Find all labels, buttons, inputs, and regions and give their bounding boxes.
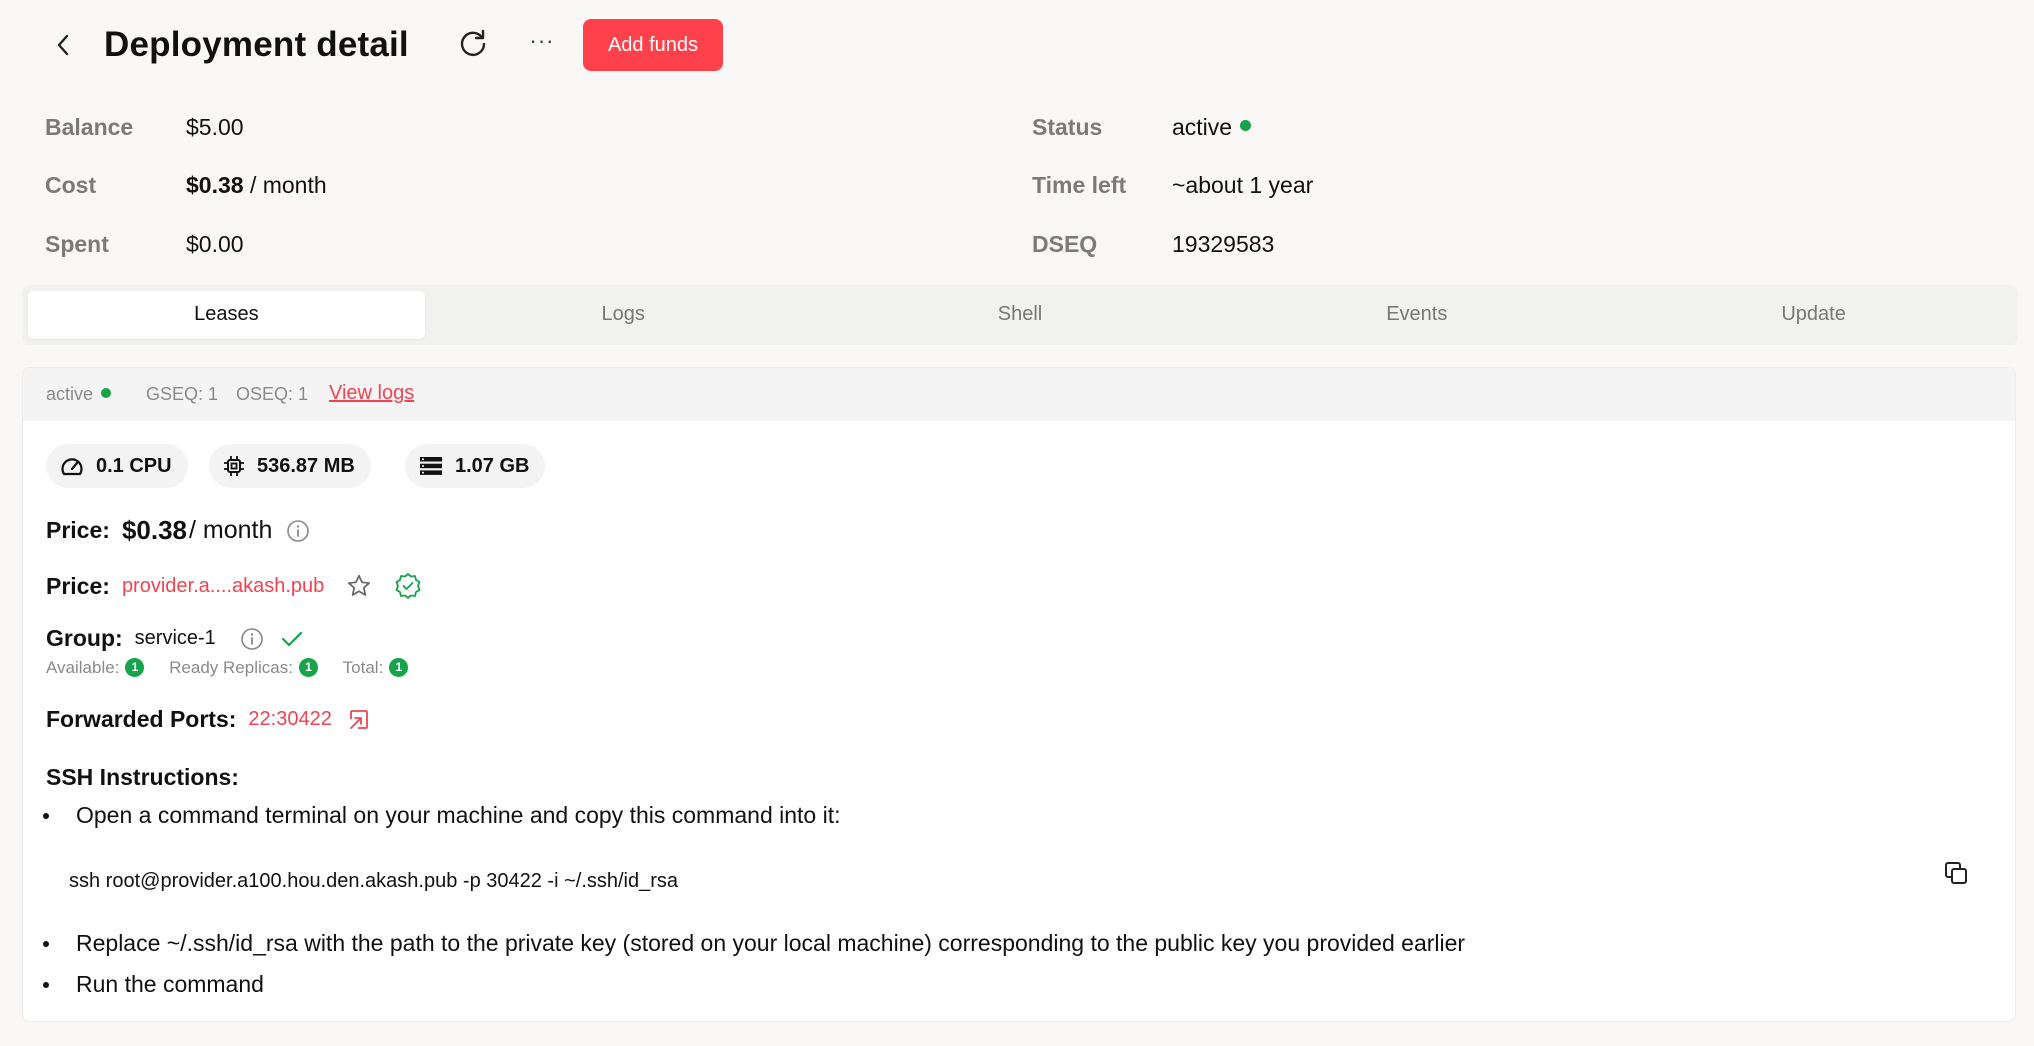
status-dot-icon xyxy=(1240,120,1252,132)
view-logs-link[interactable]: View logs xyxy=(329,381,414,405)
forwarded-ports-row: Forwarded Ports: 22:30422 xyxy=(46,706,370,733)
replica-status-row: Available: 1 Ready Replicas: 1 Total: 1 xyxy=(46,658,409,678)
verified-badge-icon xyxy=(395,573,421,599)
storage-value: 1.07 GB xyxy=(455,454,530,477)
cost-amount: $0.38 xyxy=(186,172,244,198)
ssh-instructions-title: SSH Instructions: xyxy=(46,764,239,790)
provider-link[interactable]: provider.a....akash.pub xyxy=(122,575,324,598)
ssh-step-1: Open a command terminal on your machine … xyxy=(43,800,841,830)
total-count: 1 xyxy=(389,658,409,678)
more-options-button[interactable]: ··· xyxy=(524,26,560,62)
back-button[interactable] xyxy=(50,28,76,62)
balance-label: Balance xyxy=(45,114,134,140)
price-amount: $0.38 xyxy=(121,515,188,545)
price-row: Price: $0.38 / month xyxy=(46,515,310,546)
storage-chip: 1.07 GB xyxy=(405,444,546,488)
tab-leases[interactable]: Leases xyxy=(28,291,425,339)
status-text: active xyxy=(1172,114,1233,140)
status-value: active xyxy=(1172,112,1252,142)
tab-events[interactable]: Events xyxy=(1218,291,1615,339)
tab-update[interactable]: Update xyxy=(1615,291,2012,339)
forwarded-port-link[interactable]: 22:30422 xyxy=(248,708,331,731)
ready-replicas-label: Ready Replicas: xyxy=(169,658,293,677)
group-row: Group: service-1 xyxy=(46,625,304,652)
lease-status-dot-icon xyxy=(101,388,112,399)
ssh-step-3-text: Run the command xyxy=(76,971,264,997)
lease-card: active GSEQ: 1 OSEQ: 1 View logs 0.1 CPU… xyxy=(22,367,2016,1022)
ssh-step-2: Replace ~/.ssh/id_rsa with the path to t… xyxy=(42,928,1466,958)
info-icon[interactable] xyxy=(286,519,310,543)
star-icon[interactable] xyxy=(346,573,372,599)
memory-value: 536.87 MB xyxy=(257,454,355,477)
forwarded-ports-label: Forwarded Ports: xyxy=(46,706,237,732)
check-icon xyxy=(281,631,302,646)
tab-shell[interactable]: Shell xyxy=(822,291,1219,339)
spent-value: $0.00 xyxy=(186,231,244,257)
copy-command-button[interactable] xyxy=(1942,859,1976,893)
price-period: / month xyxy=(189,516,273,544)
dseq-label: DSEQ xyxy=(1032,231,1098,257)
balance-value: $5.00 xyxy=(186,114,244,140)
provider-label: Price: xyxy=(46,572,110,599)
dseq-value: 19329583 xyxy=(1172,231,1275,257)
external-link-icon[interactable] xyxy=(346,708,370,732)
cpu-chip: 0.1 CPU xyxy=(46,444,188,488)
cost-value: $0.38 / month xyxy=(186,170,327,200)
group-label: Group: xyxy=(46,625,123,651)
refresh-icon xyxy=(460,29,486,56)
cost-label: Cost xyxy=(45,172,97,198)
memory-chip: 536.87 MB xyxy=(209,444,371,488)
ssh-step-1-text: Open a command terminal on your machine … xyxy=(76,802,841,828)
cost-period: / month xyxy=(243,172,327,198)
page-title: Deployment detail xyxy=(104,25,409,64)
oseq: OSEQ: 1 xyxy=(236,384,309,404)
tab-bar: Leases Logs Shell Events Update xyxy=(22,285,2018,345)
add-funds-button[interactable]: Add funds xyxy=(583,19,723,71)
time-left-label: Time left xyxy=(1032,172,1127,198)
available-count: 1 xyxy=(125,658,145,678)
group-value: service-1 xyxy=(134,627,216,649)
chevron-left-icon xyxy=(57,34,69,56)
cpu-value: 0.1 CPU xyxy=(96,454,172,477)
available-label: Available: xyxy=(46,658,120,677)
chip-icon xyxy=(224,456,244,476)
time-left-value: ~about 1 year xyxy=(1172,172,1314,198)
lease-card-header: active GSEQ: 1 OSEQ: 1 View logs xyxy=(23,368,2015,421)
gseq: GSEQ: 1 xyxy=(146,384,219,404)
refresh-button[interactable] xyxy=(455,26,491,62)
total-label: Total: xyxy=(342,658,384,677)
tab-logs[interactable]: Logs xyxy=(425,291,822,339)
info-icon[interactable] xyxy=(240,627,264,651)
price-label: Price: xyxy=(46,517,110,543)
ready-replicas-count: 1 xyxy=(298,658,318,678)
ssh-command: ssh root@provider.a100.hou.den.akash.pub… xyxy=(69,870,679,892)
status-label: Status xyxy=(1032,114,1103,140)
lease-status: active xyxy=(46,382,112,406)
ssh-step-3: Run the command xyxy=(43,969,264,999)
provider-row: Price: provider.a....akash.pub xyxy=(46,572,422,600)
lease-status-text: active xyxy=(46,384,94,404)
copy-icon xyxy=(1945,862,1967,884)
ssh-step-2-text: Replace ~/.ssh/id_rsa with the path to t… xyxy=(76,930,1466,956)
spent-label: Spent xyxy=(45,231,109,257)
speedometer-icon xyxy=(61,458,83,476)
storage-icon xyxy=(420,457,442,475)
